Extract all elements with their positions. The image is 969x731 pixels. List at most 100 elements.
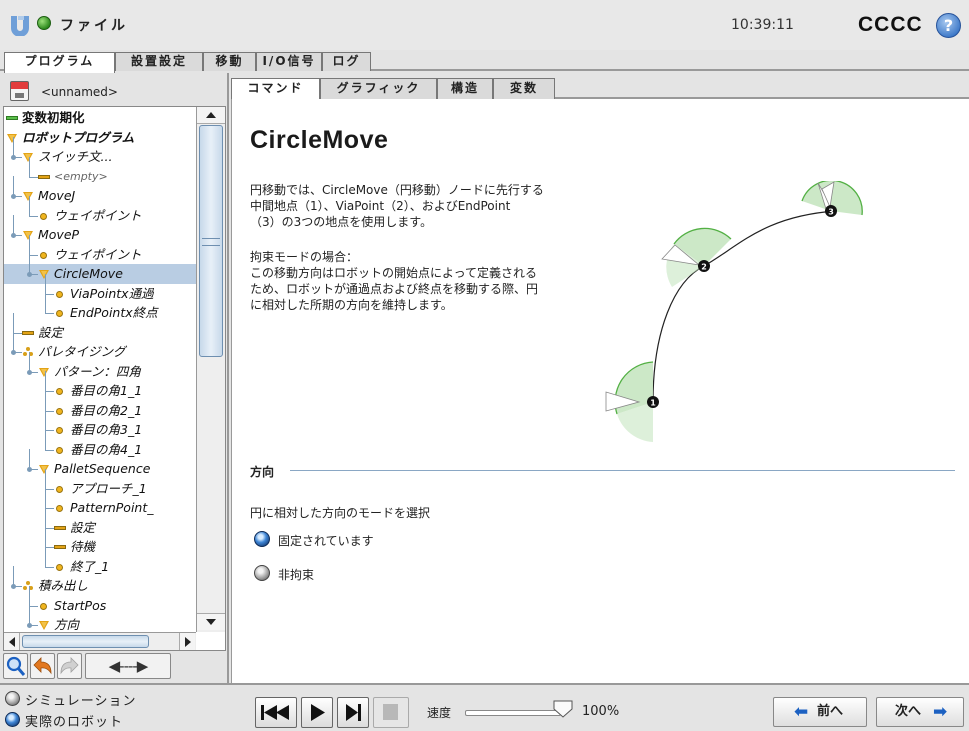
tree-node-label: 番目の角4_1	[70, 441, 143, 457]
tree-node[interactable]: 設定	[4, 507, 196, 538]
tree-node[interactable]: 番目の角1_1	[4, 371, 196, 401]
tree-node-label: <empty>	[54, 169, 108, 183]
tree-node[interactable]: ViaPointx通過	[4, 273, 196, 304]
tree-node[interactable]: ロボットプログラム	[4, 128, 196, 148]
tree-node[interactable]: 設定	[4, 312, 196, 343]
redo-button[interactable]	[57, 653, 82, 679]
real-robot-label[interactable]: 実際のロボット	[25, 711, 123, 730]
fixed-mode-label[interactable]: 固定されています	[278, 532, 374, 549]
scroll-right-icon[interactable]	[179, 633, 195, 650]
simulation-radio[interactable]	[5, 691, 20, 706]
expand-triangle-icon	[39, 465, 49, 474]
undo-button[interactable]	[30, 653, 55, 679]
tree-connector	[29, 195, 30, 216]
tab-io[interactable]: I/O信号	[256, 52, 322, 71]
stop-button[interactable]	[373, 697, 409, 728]
top-bar: ファイル 10:39:11 CCCC ?	[0, 0, 969, 50]
rewind-button[interactable]	[255, 697, 297, 728]
scroll-thumb-horizontal[interactable]	[22, 635, 149, 648]
tree-node-label: ロボットプログラム	[22, 129, 135, 145]
content-panel: コマンド グラフィック 構造 変数 CircleMove 円移動では、Circl…	[231, 73, 969, 683]
tree-knob	[27, 623, 32, 628]
tree-connector	[45, 313, 54, 314]
save-icon[interactable]	[10, 81, 29, 101]
tree-node[interactable]: 番目の角4_1	[4, 429, 196, 460]
tree-node[interactable]: 番目の角2_1	[4, 390, 196, 421]
tree-connector	[45, 468, 46, 489]
tree-connector	[13, 215, 14, 235]
tree-node[interactable]: 変数初期化	[4, 108, 196, 128]
play-button[interactable]	[301, 697, 333, 728]
tree-node-label: アプローチ_1	[70, 480, 147, 496]
speed-slider-track[interactable]	[465, 710, 561, 716]
previous-label: 前へ	[817, 704, 844, 719]
command-bar-icon	[38, 174, 50, 179]
redo-icon	[60, 657, 79, 675]
tab-graphics[interactable]: グラフィック	[320, 78, 437, 99]
tree-connector	[45, 410, 54, 412]
speed-slider-thumb[interactable]	[552, 699, 574, 719]
expand-triangle-icon	[39, 270, 49, 279]
tree-connector	[45, 527, 46, 547]
tree-node[interactable]: PalletSequence	[4, 449, 196, 479]
tab-structure[interactable]: 構造	[437, 78, 493, 99]
tree-node[interactable]: パレタイジング	[4, 332, 196, 362]
tab-log[interactable]: ログ	[322, 52, 371, 71]
tab-variables[interactable]: 変数	[493, 78, 555, 99]
scroll-thumb[interactable]	[199, 125, 223, 357]
tab-installation[interactable]: 設置設定	[115, 52, 203, 71]
tree-node[interactable]: 番目の角3_1	[4, 410, 196, 440]
scroll-down-icon[interactable]	[197, 613, 225, 630]
tree-node[interactable]: パターン：四角	[4, 351, 196, 382]
tree-node[interactable]: StartPos	[4, 585, 196, 616]
fixed-mode-radio[interactable]	[254, 531, 270, 547]
move-node-arrows-icon[interactable]: ◀----▶	[85, 653, 171, 679]
real-robot-radio[interactable]	[5, 712, 20, 727]
tree-node[interactable]: 終了_1	[4, 546, 196, 577]
tab-move[interactable]: 移動	[203, 52, 256, 71]
tree-node[interactable]: PatternPoint_	[4, 488, 196, 518]
tree-knob	[11, 584, 16, 589]
tree-node[interactable]: スイッチ文...	[4, 137, 196, 167]
expand-triangle-icon	[23, 231, 33, 240]
mode-prompt: 円に相対した方向のモードを選択	[250, 506, 431, 520]
tree-node[interactable]: 待機	[4, 527, 196, 557]
tree-node[interactable]: 積み出し	[4, 566, 196, 596]
scroll-up-icon[interactable]	[197, 107, 225, 124]
tree-node[interactable]: EndPointx終点	[4, 293, 196, 323]
search-button[interactable]	[3, 653, 28, 679]
circle-move-diagram: 1 2 3	[605, 181, 863, 442]
file-menu[interactable]: ファイル	[60, 15, 128, 35]
tree-node[interactable]: MoveP	[4, 215, 196, 245]
simulation-label[interactable]: シミュレーション	[25, 690, 136, 709]
tree-connector	[29, 605, 38, 607]
waypoint-icon	[56, 407, 63, 415]
tree-node[interactable]: アプローチ_1	[4, 468, 196, 499]
tab-command[interactable]: コマンド	[231, 78, 320, 101]
tree-vertical-scrollbar[interactable]	[196, 107, 225, 632]
tree-node[interactable]: ウェイポイント	[4, 195, 196, 226]
help-icon[interactable]: ?	[936, 13, 961, 38]
tab-program[interactable]: プログラム	[4, 52, 115, 73]
previous-button[interactable]: ⬅ 前へ	[773, 697, 867, 727]
step-button[interactable]	[337, 697, 369, 728]
undo-icon	[33, 657, 52, 675]
next-button[interactable]: 次へ ➡	[876, 697, 964, 727]
tree-node[interactable]: ウェイポイント	[4, 234, 196, 265]
speed-label: 速度	[427, 706, 452, 720]
tree-knob	[27, 369, 32, 375]
scroll-left-icon[interactable]	[4, 633, 20, 650]
unconstrained-mode-radio[interactable]	[254, 565, 270, 581]
play-icon	[311, 704, 325, 721]
tree-node[interactable]: CircleMove	[4, 254, 196, 284]
tree-connector	[29, 605, 30, 625]
tree-node-label: 終了_1	[70, 558, 110, 574]
node-title: CircleMove	[250, 126, 389, 154]
description-paragraph-2: 拘束モードの場合： この移動方向はロボットの開始点によって定義される ため、ロボ…	[250, 250, 539, 312]
tree-connector	[45, 527, 54, 529]
tree-node[interactable]: MoveJ	[4, 176, 196, 206]
tree-connector	[45, 410, 46, 430]
unconstrained-mode-label[interactable]: 非拘束	[278, 566, 314, 583]
tree-horizontal-scrollbar[interactable]	[4, 632, 196, 650]
tree-node[interactable]: <empty>	[4, 156, 196, 187]
